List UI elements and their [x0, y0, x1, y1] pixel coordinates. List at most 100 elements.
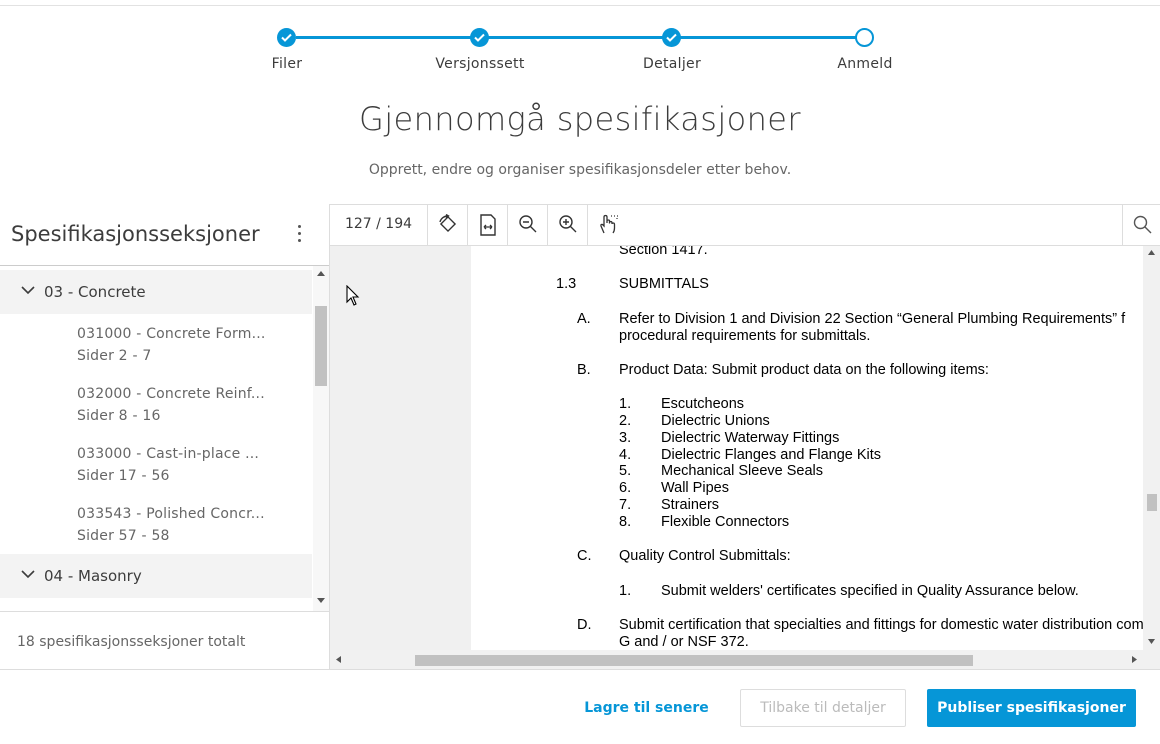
group-04-masonry[interactable]: 04 - Masonry — [0, 554, 312, 598]
scrollbar-thumb[interactable] — [415, 655, 973, 666]
viewer-horizontal-scrollbar[interactable] — [330, 650, 1143, 669]
zoom-in-button[interactable] — [548, 205, 588, 245]
section-item-033000[interactable]: 033000 - Cast-in-place ... Sider 17 - 56 — [0, 434, 312, 494]
scroll-down-arrow-icon[interactable] — [1148, 639, 1155, 644]
step-detaljer-check-icon — [662, 28, 681, 47]
stepper-connector — [488, 36, 674, 39]
pan-hand-icon — [600, 214, 618, 234]
zoom-in-icon — [559, 215, 577, 233]
scroll-right-arrow-icon[interactable] — [1132, 656, 1137, 663]
sections-total-text: 18 spesifikasjonsseksjoner totalt — [17, 634, 246, 650]
stepper-connector — [296, 36, 482, 39]
section-item-033543[interactable]: 033543 - Polished Concr... Sider 57 - 58 — [0, 494, 312, 554]
zoom-out-icon — [519, 215, 537, 233]
section-item-pages: Sider 2 - 7 — [77, 348, 152, 364]
page-subtitle: Opprett, endre og organiser spesifikasjo… — [368, 162, 792, 178]
stepper-connector — [680, 36, 858, 39]
section-item-032000[interactable]: 032000 - Concrete Reinf... Sider 8 - 16 — [0, 374, 312, 434]
scrollbar-corner — [1143, 650, 1160, 669]
doc-line: 3. — [619, 430, 632, 446]
step-anmeld-circle-icon — [855, 28, 874, 47]
back-to-details-button[interactable]: Tilbake til detaljer — [740, 689, 906, 727]
step-versjonssett-check-icon — [470, 28, 489, 47]
document-page: Section 1417. 1.3 SUBMITTALS A. Refer to… — [471, 246, 1143, 650]
page-indicator[interactable]: 127 / 194 — [330, 205, 428, 245]
scrollbar-thumb[interactable] — [1147, 494, 1157, 511]
search-button[interactable] — [1122, 205, 1160, 245]
mouse-pointer-icon — [346, 285, 360, 306]
doc-line: A. — [577, 311, 591, 327]
section-item-name: 033000 - Cast-in-place ... — [77, 446, 260, 462]
section-item-pages: Sider 17 - 56 — [77, 468, 170, 484]
search-icon — [1133, 215, 1152, 234]
page-title: Gjennomgå spesifikasjoner — [359, 100, 801, 138]
viewer-toolbar: 127 / 194 — [330, 204, 1160, 246]
chevron-down-icon — [21, 286, 35, 295]
scrollbar-thumb[interactable] — [315, 306, 327, 386]
publish-specifications-button[interactable]: Publiser spesifikasjoner — [927, 689, 1136, 727]
group-03-concrete[interactable]: 03 - Concrete — [0, 270, 312, 314]
step-label-detaljer: Detaljer — [642, 56, 701, 72]
sections-panel-title: Spesifikasjonsseksjoner — [11, 222, 260, 246]
section-item-pages: Sider 57 - 58 — [77, 528, 170, 544]
doc-line: Mechanical Sleeve Seals — [661, 463, 824, 479]
doc-line: 5. — [619, 463, 632, 479]
scroll-down-arrow-icon[interactable] — [317, 598, 325, 603]
sections-panel-header: Spesifikasjonsseksjoner — [0, 204, 329, 266]
sections-total: 18 spesifikasjonsseksjoner totalt — [0, 611, 329, 669]
fit-width-icon — [480, 214, 496, 236]
doc-line: 7. — [619, 497, 632, 513]
doc-line: Wall Pipes — [661, 480, 729, 496]
doc-line: Product Data: Submit product data on the… — [619, 362, 989, 378]
doc-line: Flexible Connectors — [661, 514, 790, 530]
scroll-up-arrow-icon[interactable] — [1148, 250, 1155, 255]
section-item-031000[interactable]: 031000 - Concrete Form... Sider 2 - 7 — [0, 314, 312, 374]
document-canvas[interactable]: Section 1417. 1.3 SUBMITTALS A. Refer to… — [330, 246, 1143, 650]
doc-line: 1. — [619, 396, 632, 412]
doc-line: procedural requirements for submittals. — [619, 328, 871, 344]
pan-button[interactable] — [588, 205, 628, 245]
viewer-vertical-scrollbar[interactable] — [1143, 246, 1160, 650]
doc-line: Refer to Division 1 and Division 22 Sect… — [619, 311, 1126, 327]
section-item-name: 032000 - Concrete Reinf... — [77, 386, 265, 402]
doc-line: B. — [577, 362, 591, 378]
sections-scrollbar[interactable] — [313, 266, 329, 611]
document-viewer: 127 / 194 Section 1417. 1.3 SUBMITTALS A… — [330, 204, 1160, 669]
doc-line: D. — [577, 617, 592, 633]
zoom-out-button[interactable] — [508, 205, 548, 245]
scroll-left-arrow-icon[interactable] — [336, 656, 341, 663]
doc-line: 2. — [619, 413, 632, 429]
step-filer-check-icon — [277, 28, 296, 47]
chevron-down-icon — [21, 570, 35, 579]
step-label-versjonssett: Versjonssett — [435, 56, 525, 72]
doc-line: Submit welders' certificates specified i… — [661, 583, 1079, 599]
doc-line: Strainers — [661, 497, 720, 513]
doc-line: C. — [577, 548, 592, 564]
progress-stepper: Filer Versjonssett Detaljer Anmeld — [0, 26, 1160, 86]
doc-line: 6. — [619, 480, 632, 496]
doc-line: 8. — [619, 514, 632, 530]
group-label: 04 - Masonry — [44, 567, 142, 585]
doc-line: Dielectric Flanges and Flange Kits — [661, 447, 882, 463]
doc-line: Submit certification that specialties an… — [619, 617, 1143, 633]
fit-width-button[interactable] — [468, 205, 508, 245]
rotate-button[interactable] — [428, 205, 468, 245]
doc-line: Escutcheons — [661, 396, 745, 412]
doc-line: 1. — [619, 583, 632, 599]
section-item-name: 033543 - Polished Concr... — [77, 506, 265, 522]
step-label-filer: Filer — [271, 56, 303, 72]
more-options-icon[interactable] — [292, 225, 306, 245]
doc-line: Dielectric Unions — [661, 413, 770, 429]
doc-line: SUBMITTALS — [619, 276, 709, 292]
scroll-up-arrow-icon[interactable] — [317, 271, 325, 276]
save-for-later-button[interactable]: Lagre til senere — [575, 689, 718, 727]
doc-line: Dielectric Waterway Fittings — [661, 430, 840, 446]
doc-line: Quality Control Submittals: — [619, 548, 791, 564]
sections-list: 03 - Concrete 031000 - Concrete Form... … — [0, 270, 312, 610]
doc-line: G and / or NSF 372. — [619, 634, 749, 650]
step-label-anmeld: Anmeld — [837, 56, 893, 72]
section-item-pages: Sider 8 - 16 — [77, 408, 161, 424]
section-item-name: 031000 - Concrete Form... — [77, 326, 266, 342]
footer-bar: Lagre til senere Tilbake til detaljer Pu… — [0, 669, 1160, 744]
doc-line: 4. — [619, 447, 632, 463]
